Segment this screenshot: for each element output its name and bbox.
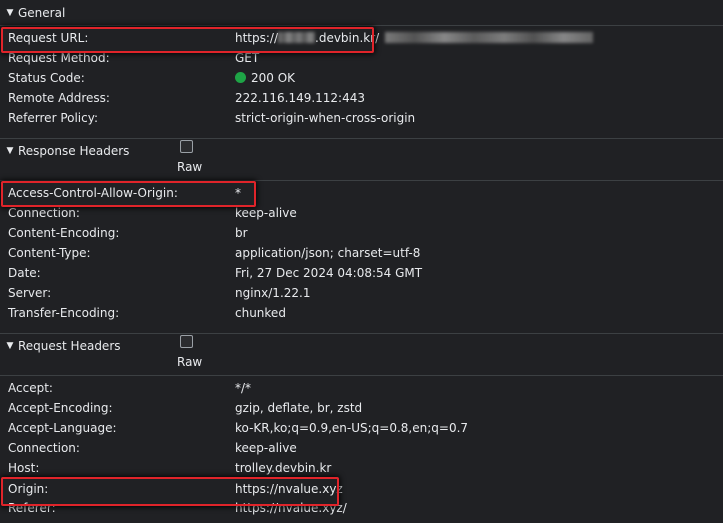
response-header-row[interactable]: Date: Fri, 27 Dec 2024 04:08:54 GMT [0, 263, 723, 283]
triangle-down-icon: ▼ [6, 8, 14, 18]
request-header-row[interactable]: Accept-Language: ko-KR,ko;q=0.9,en-US;q=… [0, 418, 723, 438]
request-header-row[interactable]: Accept: */* [0, 378, 723, 398]
response-header-row[interactable]: Transfer-Encoding: chunked [0, 303, 723, 323]
request-header-key: Accept-Encoding: [8, 401, 113, 415]
response-raw-checkbox[interactable] [180, 140, 193, 153]
request-header-value: ko-KR,ko;q=0.9,en-US;q=0.8,en;q=0.7 [235, 421, 469, 435]
request-header-key: Host: [8, 461, 40, 475]
status-code-key: Status Code: [8, 71, 85, 85]
response-header-key: Date: [8, 266, 41, 280]
response-raw-label: Raw [177, 160, 203, 174]
green-dot-icon [235, 72, 246, 83]
triangle-down-icon: ▼ [6, 146, 14, 156]
response-header-row[interactable]: Content-Encoding: br [0, 223, 723, 243]
response-header-key: Content-Encoding: [8, 226, 120, 240]
request-header-value: trolley.devbin.kr [235, 461, 332, 475]
divider [0, 25, 723, 26]
request-header-value: keep-alive [235, 441, 297, 455]
response-headers-title: Response Headers [18, 144, 130, 158]
request-method-key: Request Method: [8, 51, 110, 65]
redacted-blur [385, 32, 594, 43]
request-header-row[interactable]: Host: trolley.devbin.kr [0, 458, 723, 478]
response-header-value: keep-alive [235, 206, 297, 220]
response-header-key: Server: [8, 286, 52, 300]
request-headers-section-header[interactable]: ▼ Request Headers [0, 337, 723, 355]
divider [0, 138, 723, 139]
request-header-key: Accept: [8, 381, 53, 395]
response-header-row[interactable]: Server: nginx/1.22.1 [0, 283, 723, 303]
response-header-value: br [235, 226, 248, 240]
triangle-down-icon: ▼ [6, 341, 14, 351]
request-raw-label: Raw [177, 355, 203, 369]
referrer-policy-key: Referrer Policy: [8, 111, 98, 125]
response-header-value: nginx/1.22.1 [235, 286, 311, 300]
response-header-key: Content-Type: [8, 246, 91, 260]
request-raw-checkbox[interactable] [180, 335, 193, 348]
request-header-key: Connection: [8, 441, 80, 455]
request-headers-title: Request Headers [18, 339, 121, 353]
response-header-value: Fri, 27 Dec 2024 04:08:54 GMT [235, 266, 423, 280]
request-method-value: GET [235, 51, 260, 65]
status-code-text: 200 OK [251, 71, 296, 85]
status-code-value: 200 OK [235, 71, 295, 85]
general-section-header[interactable]: ▼ General [0, 4, 723, 22]
response-header-key: Connection: [8, 206, 80, 220]
status-code-row[interactable]: Status Code: 200 OK [0, 68, 723, 88]
request-header-row[interactable]: Accept-Encoding: gzip, deflate, br, zstd [0, 398, 723, 418]
request-header-key: Accept-Language: [8, 421, 117, 435]
general-title: General [18, 6, 66, 20]
highlight-box-origin [1, 477, 339, 506]
request-header-value: */* [235, 381, 252, 395]
divider [0, 333, 723, 334]
response-header-value: chunked [235, 306, 286, 320]
request-header-value: gzip, deflate, br, zstd [235, 401, 363, 415]
remote-address-value: 222.116.149.112:443 [235, 91, 366, 105]
remote-address-key: Remote Address: [8, 91, 110, 105]
response-header-value: application/json; charset=utf-8 [235, 246, 421, 260]
referrer-policy-value: strict-origin-when-cross-origin [235, 111, 416, 125]
highlight-box-request-url [1, 27, 374, 53]
response-headers-section-header[interactable]: ▼ Response Headers [0, 142, 723, 160]
response-header-key: Transfer-Encoding: [8, 306, 120, 320]
remote-address-row[interactable]: Remote Address: 222.116.149.112:443 [0, 88, 723, 108]
referrer-policy-row[interactable]: Referrer Policy: strict-origin-when-cros… [0, 108, 723, 128]
divider [0, 375, 723, 376]
response-header-row[interactable]: Content-Type: application/json; charset=… [0, 243, 723, 263]
request-header-row[interactable]: Connection: keep-alive [0, 438, 723, 458]
highlight-box-access-control [1, 181, 256, 207]
